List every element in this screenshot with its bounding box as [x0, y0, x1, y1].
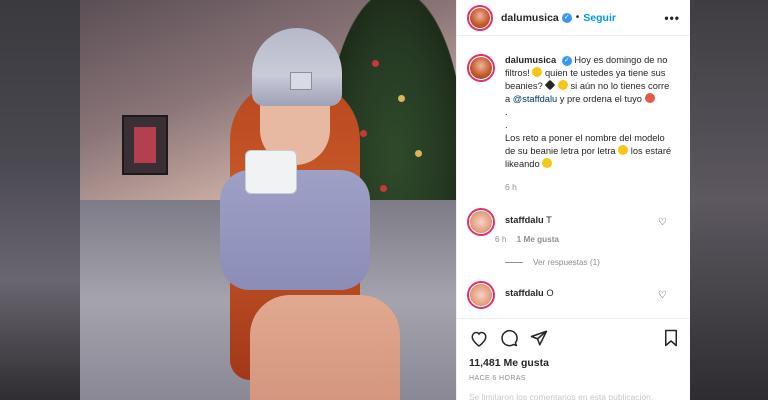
caption-text: dalumusica ✓ Hoy es domingo de no filtro… [505, 54, 675, 194]
ornament [360, 130, 367, 137]
post-caption: dalumusica ✓ Hoy es domingo de no filtro… [467, 54, 681, 194]
ornament [398, 95, 405, 102]
comment-item: staffdalu O ♡ [467, 281, 681, 309]
heart-icon[interactable] [469, 328, 489, 348]
comment-like-heart-icon[interactable]: ♡ [658, 290, 667, 301]
verified-badge-icon: ✓ [561, 12, 572, 23]
comment-icon[interactable] [499, 328, 519, 348]
comment-text: T [546, 215, 552, 225]
bee-emoji-icon [532, 67, 543, 77]
commenter-username[interactable]: staffdalu [505, 288, 544, 298]
post-header: dalumusica ✓ • Seguir ••• [457, 0, 690, 36]
caption-avatar[interactable] [467, 54, 495, 82]
comment-text: O [546, 288, 554, 298]
follow-button[interactable]: Seguir [583, 12, 616, 24]
author-avatar[interactable] [467, 4, 493, 31]
right-backdrop [690, 0, 768, 400]
action-bar [469, 325, 681, 351]
share-icon[interactable] [529, 328, 549, 348]
comment-timestamp: 6 h [495, 235, 507, 244]
caption-timestamp: 6 h [505, 182, 517, 192]
smile-emoji-icon [618, 145, 629, 155]
heart-eyes-emoji-icon [644, 93, 655, 103]
post-timestamp: HACE 6 HORAS [469, 375, 526, 382]
ornament [372, 60, 379, 67]
photo-mug [245, 150, 297, 194]
commenter-avatar[interactable] [467, 281, 495, 309]
comments-list[interactable]: dalumusica ✓ Hoy es domingo de no filtro… [457, 44, 691, 318]
photo-legs [250, 295, 400, 400]
ornament [415, 150, 422, 157]
comment-item: staffdalu T 6 h 1 Me gusta ♡ [467, 208, 681, 244]
likes-count[interactable]: 11,481 Me gusta [469, 357, 681, 369]
left-backdrop [0, 0, 80, 400]
comment-likes[interactable]: 1 Me gusta [517, 235, 559, 244]
replies-line [505, 262, 523, 263]
caption-username[interactable]: dalumusica [505, 55, 556, 65]
black-heart-emoji-icon [545, 79, 556, 91]
heart-eyes-emoji-icon [557, 80, 568, 90]
post-actions-section: 11,481 Me gusta HACE 6 HORAS [457, 318, 691, 382]
bookmark-icon[interactable] [661, 328, 681, 348]
comment-like-heart-icon[interactable]: ♡ [658, 217, 667, 228]
post-side-panel: dalumusica ✓ • Seguir ••• dalumusica ✓ H… [456, 0, 691, 400]
ornament [380, 185, 387, 192]
view-replies-button[interactable]: Ver respuestas (1) [505, 258, 681, 267]
post-photo[interactable] [80, 0, 456, 400]
commenter-avatar[interactable] [467, 208, 495, 236]
verified-badge-icon: ✓ [561, 55, 572, 66]
separator-dot: • [575, 12, 580, 23]
photo-picture-frame [122, 115, 168, 175]
bee-emoji-icon [542, 158, 553, 168]
comments-limited-note: Se limitaron los comentarios en esta pub… [469, 392, 654, 400]
commenter-username[interactable]: staffdalu [505, 215, 544, 225]
mention-link[interactable]: @staffdalu [513, 94, 557, 104]
more-options-icon[interactable]: ••• [664, 11, 680, 25]
author-username[interactable]: dalumusica [501, 12, 559, 24]
beanie-heart-patch [290, 72, 312, 90]
